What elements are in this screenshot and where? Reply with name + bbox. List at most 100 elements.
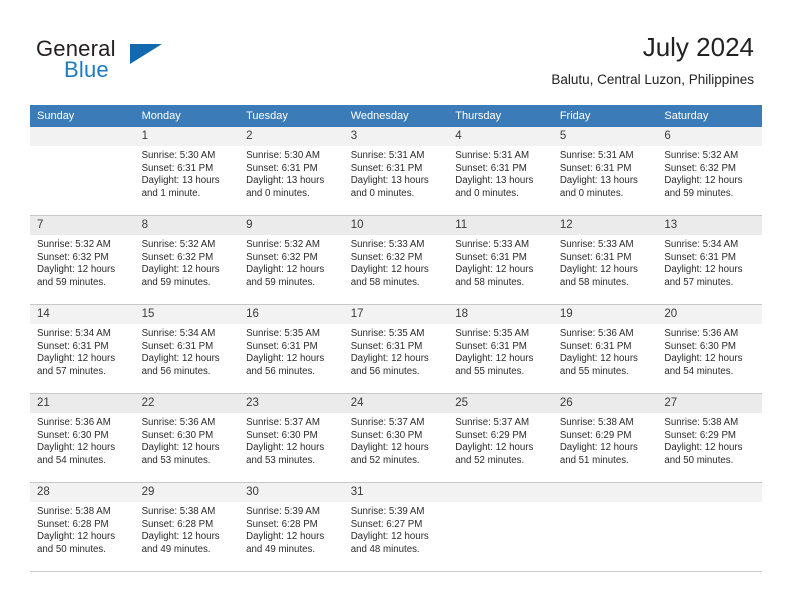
sunrise-text: Sunrise: 5:38 AM <box>37 506 111 517</box>
calendar-day-cell[interactable]: 7 Sunrise: 5:32 AM Sunset: 6:32 PM Daylight… <box>30 215 135 305</box>
day-number: 26 <box>552 394 658 413</box>
sunset-text: Sunset: 6:31 PM <box>455 162 527 174</box>
calendar-day-cell[interactable]: 9 Sunrise: 5:32 AM Sunset: 6:32 PM Daylight… <box>239 215 344 305</box>
day-details: Sunrise: 5:32 AM Sunset: 6:32 PM Daylight:… <box>239 235 344 289</box>
daylight-text-line1: Daylight: 12 hours <box>37 353 116 365</box>
calendar-day-cell[interactable]: 31 Sunrise: 5:39 AM Sunset: 6:27 PM Dayligh… <box>343 482 449 572</box>
calendar-day-cell[interactable]: 23 Sunrise: 5:37 AM Sunset: 6:30 PM Dayligh… <box>239 393 344 483</box>
daylight-text-line2: and 52 minutes. <box>350 454 420 466</box>
sunset-text: Sunset: 6:31 PM <box>559 340 632 352</box>
sunset-text: Sunset: 6:31 PM <box>455 251 527 263</box>
weekday-header-monday: Monday <box>134 105 240 127</box>
daylight-text-line2: and 51 minutes. <box>559 454 629 466</box>
calendar-day-cell[interactable]: 4 Sunrise: 5:31 AM Sunset: 6:31 PM Daylight… <box>448 127 553 216</box>
day-details: Sunrise: 5:32 AM Sunset: 6:32 PM Daylight:… <box>657 146 762 200</box>
calendar-day-cell[interactable]: 2 Sunrise: 5:30 AM Sunset: 6:31 PM Daylight… <box>239 127 344 216</box>
calendar-day-cell[interactable]: 29 Sunrise: 5:38 AM Sunset: 6:28 PM Dayligh… <box>134 482 240 572</box>
day-number: 4 <box>448 127 553 146</box>
daylight-text-line1: Daylight: 12 hours <box>141 264 220 276</box>
day-details: Sunrise: 5:36 AM Sunset: 6:30 PM Daylight:… <box>135 413 240 467</box>
page-subtitle: Balutu, Central Luzon, Philippines <box>551 72 754 87</box>
day-details: Sunrise: 5:32 AM Sunset: 6:32 PM Daylight:… <box>30 235 135 289</box>
day-details: Sunrise: 5:34 AM Sunset: 6:31 PM Daylight:… <box>135 324 240 378</box>
calendar-day-cell[interactable]: 5 Sunrise: 5:31 AM Sunset: 6:31 PM Daylight… <box>552 127 658 216</box>
calendar-day-cell[interactable]: 3 Sunrise: 5:31 AM Sunset: 6:31 PM Daylight… <box>343 127 449 216</box>
day-details: Sunrise: 5:36 AM Sunset: 6:30 PM Daylight:… <box>30 413 135 467</box>
sunrise-text: Sunrise: 5:31 AM <box>559 150 634 161</box>
calendar-day-cell[interactable]: 1 Sunrise: 5:30 AM Sunset: 6:31 PM Daylight… <box>134 127 240 216</box>
day-number: 11 <box>448 216 553 235</box>
day-number: 6 <box>657 127 762 146</box>
calendar-day-cell[interactable]: 15 Sunrise: 5:34 AM Sunset: 6:31 PM Dayligh… <box>134 304 240 394</box>
calendar-week-row: 28 Sunrise: 5:38 AM Sunset: 6:28 PM Dayligh… <box>30 482 762 572</box>
daylight-text-line2: and 1 minute. <box>141 187 201 199</box>
daylight-text-line2: and 50 minutes. <box>664 454 734 466</box>
calendar-week-row: 1 Sunrise: 5:30 AM Sunset: 6:31 PM Daylight… <box>30 127 762 216</box>
daylight-text-line1: Daylight: 12 hours <box>246 353 325 365</box>
daylight-text-line1: Daylight: 12 hours <box>455 264 534 276</box>
sunrise-text: Sunrise: 5:36 AM <box>141 417 216 428</box>
calendar-day-cell[interactable]: 14 Sunrise: 5:34 AM Sunset: 6:31 PM Dayligh… <box>30 304 135 394</box>
daylight-text-line2: and 54 minutes. <box>37 454 106 466</box>
calendar-day-cell[interactable]: 21 Sunrise: 5:36 AM Sunset: 6:30 PM Dayligh… <box>30 393 135 483</box>
daylight-text-line1: Daylight: 13 hours <box>246 175 325 187</box>
calendar-day-cell[interactable]: 12 Sunrise: 5:33 AM Sunset: 6:31 PM Dayligh… <box>552 215 658 305</box>
daylight-text-line1: Daylight: 12 hours <box>664 264 743 276</box>
calendar-day-cell[interactable]: 22 Sunrise: 5:36 AM Sunset: 6:30 PM Dayligh… <box>134 393 240 483</box>
daylight-text-line2: and 56 minutes. <box>350 365 420 377</box>
day-details: Sunrise: 5:30 AM Sunset: 6:31 PM Daylight:… <box>135 146 240 200</box>
calendar-cell-empty <box>448 482 553 572</box>
daylight-text-line1: Daylight: 12 hours <box>141 531 220 543</box>
sunrise-text: Sunrise: 5:35 AM <box>455 328 530 339</box>
day-number: 5 <box>552 127 658 146</box>
calendar-day-cell[interactable]: 6 Sunrise: 5:32 AM Sunset: 6:32 PM Daylight… <box>657 127 762 216</box>
calendar-day-cell[interactable]: 30 Sunrise: 5:39 AM Sunset: 6:28 PM Dayligh… <box>239 482 344 572</box>
daylight-text-line2: and 49 minutes. <box>141 543 211 555</box>
calendar-day-cell[interactable]: 28 Sunrise: 5:38 AM Sunset: 6:28 PM Dayligh… <box>30 482 135 572</box>
daylight-text-line2: and 55 minutes. <box>559 365 629 377</box>
day-details: Sunrise: 5:37 AM Sunset: 6:30 PM Daylight:… <box>344 413 449 467</box>
day-number: 19 <box>552 305 658 324</box>
calendar-day-cell[interactable]: 18 Sunrise: 5:35 AM Sunset: 6:31 PM Dayligh… <box>448 304 553 394</box>
day-number <box>448 483 553 502</box>
daylight-text-line1: Daylight: 12 hours <box>37 264 116 276</box>
calendar-day-cell[interactable]: 16 Sunrise: 5:35 AM Sunset: 6:31 PM Dayligh… <box>239 304 344 394</box>
day-details: Sunrise: 5:31 AM Sunset: 6:31 PM Daylight:… <box>344 146 449 200</box>
sunset-text: Sunset: 6:31 PM <box>664 251 736 263</box>
day-details: Sunrise: 5:31 AM Sunset: 6:31 PM Daylight:… <box>448 146 553 200</box>
sunset-text: Sunset: 6:28 PM <box>37 518 109 530</box>
daylight-text-line1: Daylight: 12 hours <box>664 442 743 454</box>
calendar-day-cell[interactable]: 11 Sunrise: 5:33 AM Sunset: 6:31 PM Dayligh… <box>448 215 553 305</box>
calendar-day-cell[interactable]: 19 Sunrise: 5:36 AM Sunset: 6:31 PM Dayligh… <box>552 304 658 394</box>
calendar-day-cell[interactable]: 24 Sunrise: 5:37 AM Sunset: 6:30 PM Dayligh… <box>343 393 449 483</box>
daylight-text-line1: Daylight: 12 hours <box>37 442 116 454</box>
calendar-day-cell[interactable]: 8 Sunrise: 5:32 AM Sunset: 6:32 PM Daylight… <box>134 215 240 305</box>
calendar-day-cell[interactable]: 10 Sunrise: 5:33 AM Sunset: 6:32 PM Dayligh… <box>343 215 449 305</box>
daylight-text-line1: Daylight: 13 hours <box>141 175 220 187</box>
calendar-day-cell[interactable]: 27 Sunrise: 5:38 AM Sunset: 6:29 PM Dayligh… <box>657 393 762 483</box>
calendar-day-cell[interactable]: 17 Sunrise: 5:35 AM Sunset: 6:31 PM Dayligh… <box>343 304 449 394</box>
day-number: 12 <box>552 216 658 235</box>
weekday-header-wednesday: Wednesday <box>343 105 449 127</box>
daylight-text-line2: and 58 minutes. <box>455 276 525 288</box>
daylight-text-line2: and 53 minutes. <box>141 454 211 466</box>
sunrise-text: Sunrise: 5:37 AM <box>350 417 425 428</box>
calendar-day-cell[interactable]: 25 Sunrise: 5:37 AM Sunset: 6:29 PM Dayligh… <box>448 393 553 483</box>
calendar-day-cell[interactable]: 13 Sunrise: 5:34 AM Sunset: 6:31 PM Dayligh… <box>657 215 762 305</box>
day-number: 13 <box>657 216 762 235</box>
daylight-text-line2: and 48 minutes. <box>350 543 420 555</box>
sunset-text: Sunset: 6:30 PM <box>664 340 736 352</box>
sunset-text: Sunset: 6:31 PM <box>246 340 318 352</box>
day-number: 16 <box>239 305 344 324</box>
title-block: July 2024 Balutu, Central Luzon, Philipp… <box>551 32 754 89</box>
calendar-day-cell[interactable]: 26 Sunrise: 5:38 AM Sunset: 6:29 PM Dayligh… <box>552 393 658 483</box>
calendar-day-cell[interactable]: 20 Sunrise: 5:36 AM Sunset: 6:30 PM Dayligh… <box>657 304 762 394</box>
sunset-text: Sunset: 6:28 PM <box>141 518 214 530</box>
sunset-text: Sunset: 6:31 PM <box>350 162 423 174</box>
daylight-text-line1: Daylight: 12 hours <box>559 353 638 365</box>
day-number: 31 <box>343 483 449 502</box>
calendar-week-row: 14 Sunrise: 5:34 AM Sunset: 6:31 PM Dayligh… <box>30 304 762 394</box>
sunset-text: Sunset: 6:31 PM <box>559 162 632 174</box>
day-details: Sunrise: 5:33 AM Sunset: 6:31 PM Daylight:… <box>448 235 553 289</box>
weekday-header-saturday: Saturday <box>657 105 762 127</box>
